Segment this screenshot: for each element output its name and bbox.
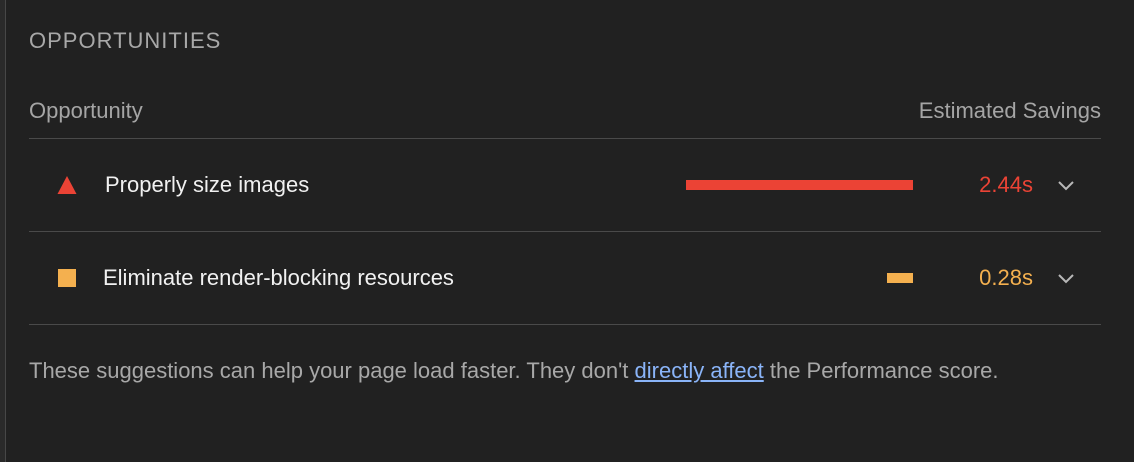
- opportunity-column-header: Opportunity: [29, 98, 143, 123]
- section-title: OPPORTUNITIES: [29, 28, 222, 53]
- chevron-down-icon[interactable]: [1057, 269, 1075, 287]
- savings-value: 2.44s: [979, 172, 1033, 197]
- savings-bar: [686, 180, 913, 190]
- red-triangle-icon: [57, 175, 77, 195]
- savings-bar: [887, 273, 913, 283]
- savings-bar-track: [686, 273, 913, 283]
- footnote-text-before: These suggestions can help your page loa…: [29, 358, 635, 383]
- estimated-savings-column-header: Estimated Savings: [918, 98, 1101, 123]
- footnote: These suggestions can help your page loa…: [29, 357, 999, 385]
- orange-square-icon: [57, 268, 77, 288]
- audit-row-eliminate-render-blocking-resources[interactable]: Eliminate render-blocking resources 0.28…: [29, 232, 1101, 325]
- table-header: Opportunity Estimated Savings: [29, 96, 1101, 139]
- audit-row-properly-size-images[interactable]: Properly size images 2.44s: [29, 139, 1101, 232]
- footnote-text-after: the Performance score.: [763, 358, 999, 383]
- chevron-down-icon[interactable]: [1057, 176, 1075, 194]
- opportunities-panel: OPPORTUNITIES Opportunity Estimated Savi…: [5, 0, 1134, 462]
- audit-title: Properly size images: [105, 172, 310, 197]
- savings-bar-track: [686, 180, 913, 190]
- savings-value: 0.28s: [979, 265, 1033, 290]
- audit-title: Eliminate render-blocking resources: [103, 265, 454, 290]
- directly-affect-link[interactable]: directly affect: [635, 358, 764, 383]
